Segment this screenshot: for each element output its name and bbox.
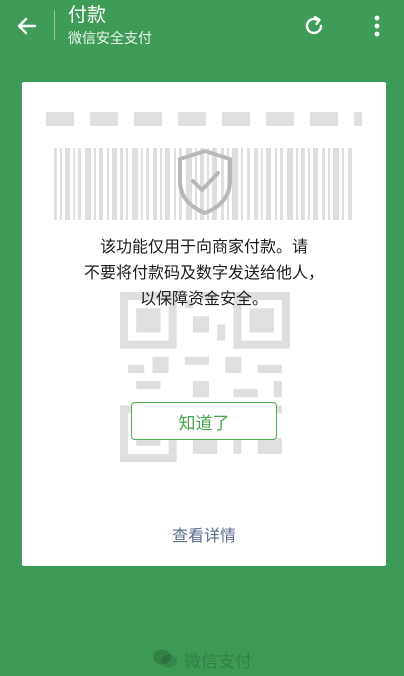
security-notice: 该功能仅用于向商家付款。请 不要将付款码及数字发送给他人， 以保障资金安全。 知… [22, 82, 386, 566]
app-header: 付款 微信安全支付 [0, 0, 404, 52]
wechat-logo-icon [153, 649, 177, 668]
header-divider [54, 10, 55, 40]
payment-card: 该功能仅用于向商家付款。请 不要将付款码及数字发送给他人， 以保障资金安全。 知… [22, 82, 386, 566]
security-message: 该功能仅用于向商家付款。请 不要将付款码及数字发送给他人， 以保障资金安全。 [62, 234, 346, 312]
security-message-line1: 该功能仅用于向商家付款。请 [99, 237, 308, 256]
page-title: 付款 [68, 4, 107, 26]
refresh-icon [305, 15, 323, 35]
view-details-link[interactable]: 查看详情 [22, 522, 386, 546]
security-message-line3: 以保障资金安全。 [139, 289, 268, 308]
refresh-button[interactable] [296, 8, 332, 44]
shield-check-icon [178, 149, 232, 215]
back-button[interactable] [8, 8, 46, 44]
footer-brand: 微信支付 [0, 646, 404, 672]
security-message-line2: 不要将付款码及数字发送给他人， [83, 263, 324, 282]
page-subtitle: 微信安全支付 [68, 31, 152, 47]
footer-brand-label: 微信支付 [184, 651, 252, 672]
more-options-button[interactable] [362, 8, 392, 44]
confirm-button[interactable]: 知道了 [131, 402, 277, 440]
arrow-left-icon [17, 17, 37, 35]
more-vertical-icon [374, 15, 380, 37]
